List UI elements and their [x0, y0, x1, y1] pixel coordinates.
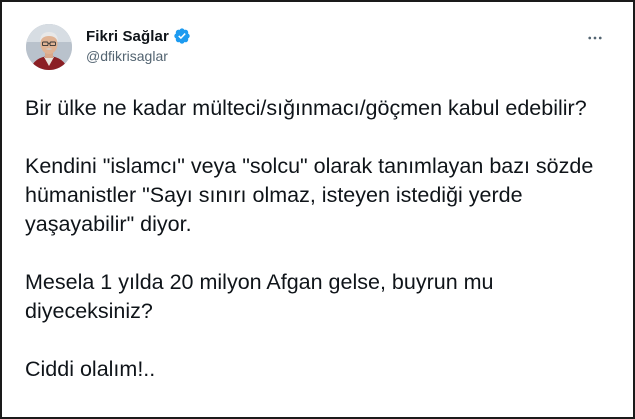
author-display-name[interactable]: Fikri Sağlar: [86, 28, 169, 45]
tweet-paragraph: Mesela 1 yılda 20 milyon Afgan gelse, bu…: [25, 270, 494, 323]
tweet-paragraph: Bir ülke ne kadar mülteci/sığınmacı/göçm…: [25, 96, 587, 120]
name-row: Fikri Sağlar: [86, 26, 191, 46]
tweet-paragraph: Kendini "islamcı" veya "solcu" olarak ta…: [25, 154, 594, 236]
author-info: Fikri Sağlar @dfikrisaglar: [86, 26, 191, 64]
author-handle[interactable]: @dfikrisaglar: [86, 48, 191, 64]
tweet-paragraph: Ciddi olalım!..: [25, 357, 156, 381]
profile-photo: [26, 24, 72, 70]
more-horizontal-icon[interactable]: [583, 26, 607, 50]
tweet-header: Fikri Sağlar @dfikrisaglar: [26, 22, 617, 74]
avatar[interactable]: [26, 24, 72, 70]
tweet-card: Fikri Sağlar @dfikrisaglar Bir ülke ne k…: [0, 0, 635, 419]
verified-badge-icon: [173, 27, 191, 45]
tweet-text: Bir ülke ne kadar mülteci/sığınmacı/göçm…: [25, 94, 615, 384]
